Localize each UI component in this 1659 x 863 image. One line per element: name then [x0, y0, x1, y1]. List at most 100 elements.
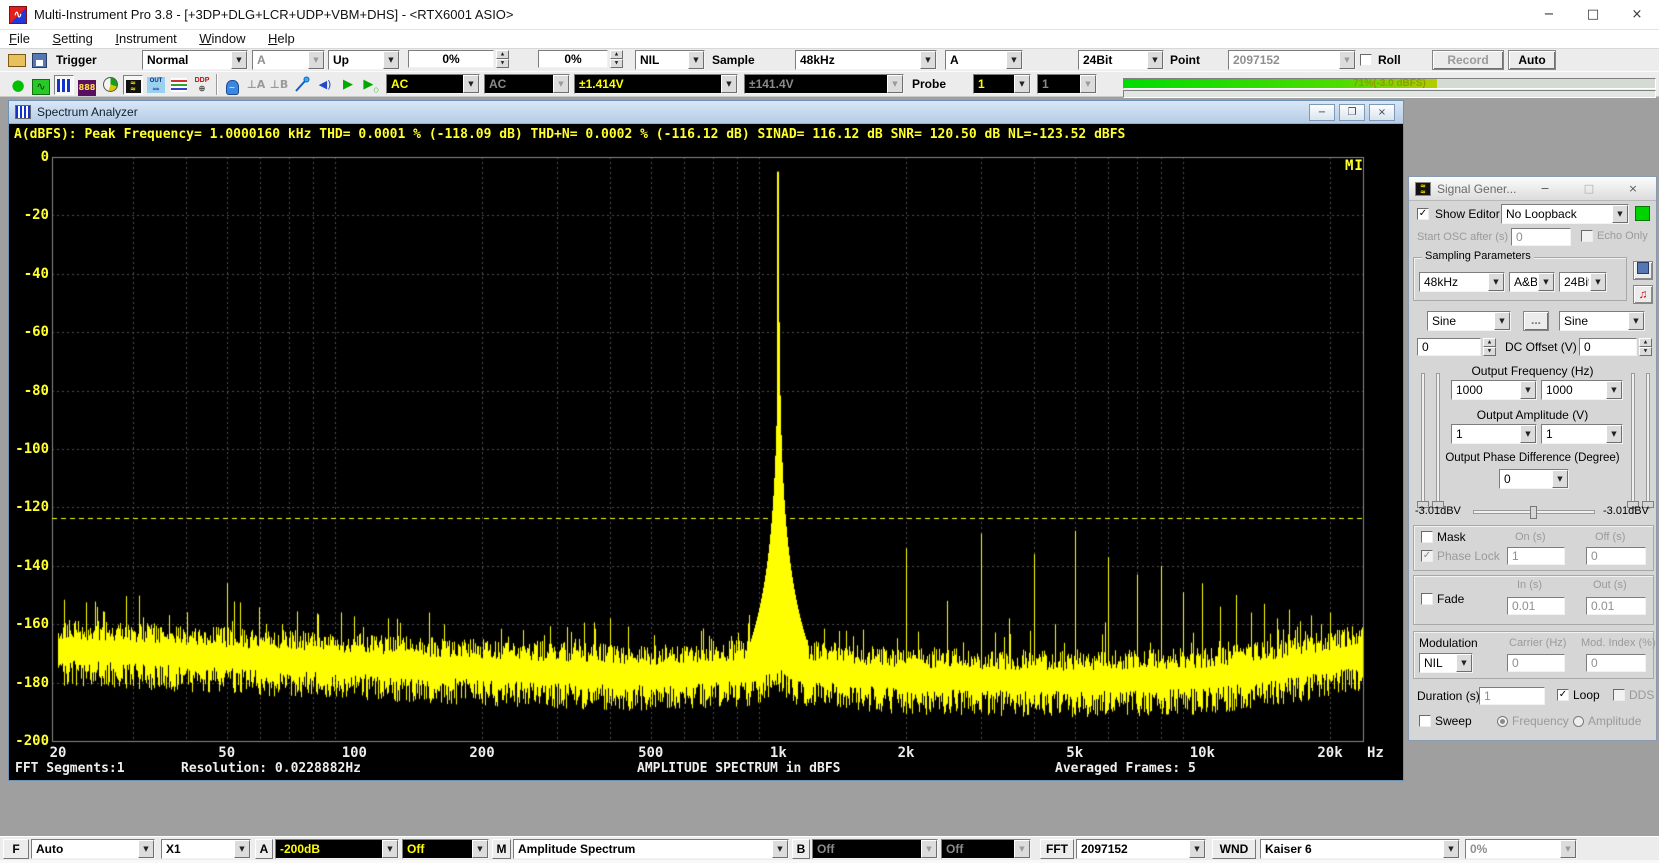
spin-up-icon[interactable]: ▲: [610, 50, 623, 59]
loopback-select[interactable]: No Loopback▼: [1501, 204, 1629, 224]
dc-offset-a-input[interactable]: 0: [1417, 338, 1481, 356]
sg-channels-select[interactable]: A&B▼: [1509, 272, 1555, 292]
trigger-edge-select[interactable]: Up▼: [328, 50, 400, 70]
trigger-delay-input[interactable]: 0%: [538, 50, 608, 68]
oscilloscope-icon[interactable]: ∿: [31, 75, 51, 95]
menu-window[interactable]: Window: [190, 30, 254, 47]
close-button[interactable]: ×: [1615, 0, 1659, 30]
fade-checkbox[interactable]: [1421, 593, 1433, 605]
a-range-select[interactable]: -200dB▼: [275, 839, 399, 859]
window-function-select[interactable]: Kaiser 6▼: [1260, 839, 1460, 859]
siggen-close-button[interactable]: ×: [1623, 181, 1643, 197]
loop-checkbox[interactable]: [1557, 689, 1569, 701]
amplitude-a-select[interactable]: 1▼: [1451, 424, 1537, 444]
dc-offset-b-input[interactable]: 0: [1579, 338, 1637, 356]
level-slider-a2[interactable]: [1436, 373, 1440, 509]
waveform-a-select[interactable]: Sine▼: [1427, 311, 1511, 331]
minimize-button[interactable]: −: [1527, 0, 1571, 30]
ddp-viewer-icon[interactable]: DDP⊕: [192, 75, 212, 95]
duration-input: 1: [1479, 687, 1545, 705]
level-slider-a1[interactable]: [1421, 373, 1425, 509]
probe-a-select[interactable]: 1▼: [973, 74, 1031, 94]
spectrum-minimize-button[interactable]: −: [1309, 104, 1335, 121]
mask-checkbox[interactable]: [1421, 531, 1433, 543]
menu-help[interactable]: Help: [259, 30, 304, 47]
waveform-b-select[interactable]: Sine▼: [1559, 311, 1645, 331]
spin-down-icon[interactable]: ▼: [1483, 347, 1496, 356]
spin-down-icon[interactable]: ▼: [496, 59, 509, 68]
waveform-more-button[interactable]: ...: [1523, 311, 1549, 331]
play-loop-icon[interactable]: ▶○: [361, 75, 381, 95]
mode-select[interactable]: Amplitude Spectrum▼: [513, 839, 789, 859]
run-stop-icon[interactable]: ●: [8, 75, 28, 95]
signal-generator-icon[interactable]: ≈≈: [123, 75, 143, 95]
sg-save-icon[interactable]: [1633, 261, 1653, 280]
auto-button[interactable]: Auto: [1508, 50, 1556, 70]
menu-file[interactable]: File: [0, 30, 39, 47]
hpf-select[interactable]: NIL▼: [635, 50, 705, 70]
spin-down-icon[interactable]: ▼: [1639, 347, 1652, 356]
spectrum-3d-plot-icon[interactable]: [169, 75, 189, 95]
spin-down-icon[interactable]: ▼: [610, 59, 623, 68]
spectrum-trace-canvas[interactable]: [9, 146, 1403, 780]
sampling-channel-select[interactable]: A▼: [945, 50, 1023, 70]
sweep-checkbox[interactable]: [1419, 715, 1431, 727]
dc-offset-a-spinner[interactable]: ▲▼: [1483, 338, 1496, 356]
frequency-b-select[interactable]: 1000▼: [1541, 380, 1623, 400]
frequency-a-select[interactable]: 1000▼: [1451, 380, 1537, 400]
siggen-minimize-button[interactable]: −: [1535, 181, 1555, 197]
coupling-a-select[interactable]: AC▼: [386, 74, 480, 94]
phase-select[interactable]: 0▼: [1499, 469, 1569, 489]
spectrum-titlebar[interactable]: Spectrum Analyzer − ❐ ×: [9, 101, 1403, 124]
spectrum-analyzer-icon[interactable]: [54, 75, 74, 95]
maximize-button[interactable]: □: [1571, 0, 1615, 30]
trigger-level-input[interactable]: 0%: [408, 50, 494, 68]
level-slider-b2[interactable]: [1646, 373, 1650, 509]
menubar: File Setting Instrument Window Help: [0, 30, 1659, 48]
spectrum-restore-button[interactable]: ❐: [1339, 104, 1365, 121]
save-file-icon[interactable]: [32, 53, 47, 68]
generator-run-button[interactable]: [1635, 206, 1650, 221]
calibration-probe-icon[interactable]: [292, 75, 312, 95]
slider-thumb[interactable]: [1530, 506, 1537, 519]
menu-setting[interactable]: Setting: [43, 30, 101, 47]
show-editor-checkbox[interactable]: [1417, 208, 1429, 220]
signal-generator-titlebar[interactable]: ≈≈ Signal Gener... − □ ×: [1409, 177, 1656, 201]
output-window-icon[interactable]: OUT≈≈: [146, 75, 166, 95]
spin-up-icon[interactable]: ▲: [496, 50, 509, 59]
bit-resolution-select[interactable]: 24Bit▼: [1078, 50, 1164, 70]
sg-sampling-rate-select[interactable]: 48kHz▼: [1419, 272, 1505, 292]
b-reference-select: Off▼: [941, 839, 1031, 859]
modulation-select[interactable]: NIL▼: [1419, 653, 1473, 673]
spin-up-icon[interactable]: ▲: [1639, 338, 1652, 347]
a-reference-select[interactable]: Off▼: [402, 839, 489, 859]
device-test-plan-icon[interactable]: [100, 75, 120, 95]
multimeter-icon[interactable]: 888: [77, 75, 97, 95]
zoom-select[interactable]: X1▼: [161, 839, 251, 859]
dc-offset-b-spinner[interactable]: ▲▼: [1639, 338, 1652, 356]
spectrum-close-button[interactable]: ×: [1369, 104, 1395, 121]
open-file-icon[interactable]: [8, 54, 26, 67]
play-icon[interactable]: ▶: [338, 75, 358, 95]
level-slider-b1[interactable]: [1631, 373, 1635, 509]
range-a-select[interactable]: ±1.414V▼: [574, 74, 738, 94]
record-button: Record: [1432, 50, 1504, 70]
sampling-rate-select[interactable]: 48kHz▼: [795, 50, 937, 70]
amplitude-b-select[interactable]: 1▼: [1541, 424, 1623, 444]
speaker-icon[interactable]: ◀): [315, 75, 335, 95]
instrument-toolbar: ● ∿ 888 ≈≈ OUT≈≈ DDP⊕ ~ ⊥A ⊥B ◀) ▶ ▶○ AC…: [0, 71, 1659, 97]
roll-checkbox[interactable]: [1360, 54, 1372, 66]
sg-music-file-icon[interactable]: ♫: [1633, 285, 1653, 304]
fft-size-select[interactable]: 2097152▼: [1076, 839, 1206, 859]
balance-slider[interactable]: [1473, 510, 1595, 514]
spectrum-plot-area[interactable]: 0-20-40-60-80-100-120-140-160-180-200 20…: [9, 146, 1403, 780]
sg-bits-select[interactable]: 24Bit▼: [1559, 272, 1607, 292]
trigger-delay-spinner[interactable]: ▲▼: [610, 50, 623, 68]
menu-instrument[interactable]: Instrument: [106, 30, 185, 47]
trigger-level-spinner[interactable]: ▲▼: [496, 50, 509, 68]
main-titlebar[interactable]: ∿ Multi-Instrument Pro 3.8 - [+3DP+DLG+L…: [0, 0, 1659, 30]
frequency-axis-select[interactable]: Auto▼: [31, 839, 155, 859]
derived-data-icon[interactable]: ~: [222, 75, 242, 95]
trigger-mode-select[interactable]: Normal▼: [142, 50, 248, 70]
spin-up-icon[interactable]: ▲: [1483, 338, 1496, 347]
